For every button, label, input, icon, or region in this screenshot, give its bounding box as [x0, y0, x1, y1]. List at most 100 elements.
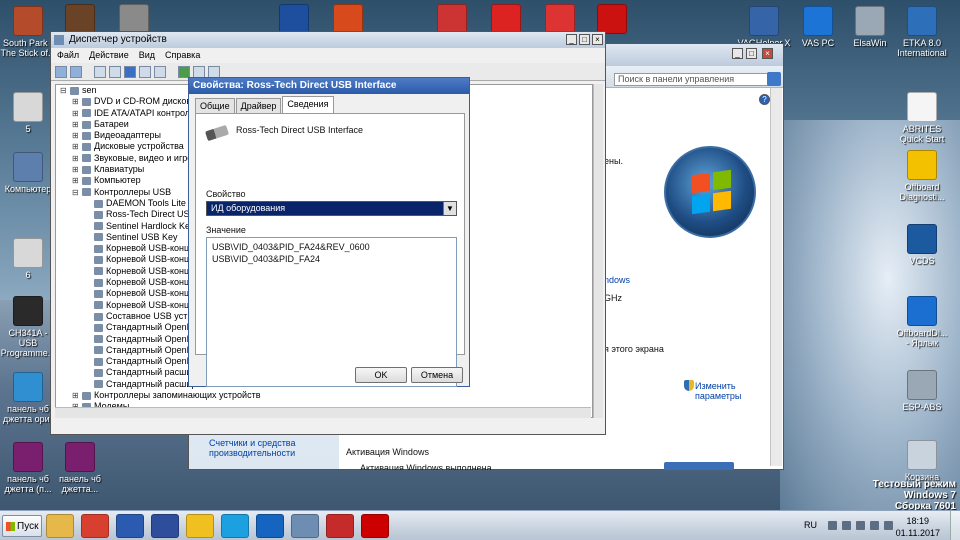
- cp-search-input[interactable]: Поиск в панели управления: [614, 73, 770, 86]
- property-select[interactable]: ИД оборудования ▼: [206, 201, 457, 216]
- change-params-link[interactable]: Изменить параметры: [695, 381, 755, 401]
- desktop-icon-left-2[interactable]: Компьютер: [0, 152, 56, 194]
- desktop-icon-right-3[interactable]: OffboardDi... - Ярлык: [894, 296, 950, 348]
- taskbar-app-explorer[interactable]: [46, 514, 74, 538]
- tray-network-icon[interactable]: [856, 521, 865, 530]
- list-item[interactable]: USB\VID_0403&PID_FA24&REV_0600: [212, 241, 451, 253]
- logo-quad-green: [713, 169, 731, 191]
- desktop-icon-right-1-icon: [907, 150, 937, 180]
- expand-icon[interactable]: ⊞: [72, 164, 80, 175]
- expand-icon[interactable]: ⊞: [72, 141, 80, 152]
- expand-icon[interactable]: ⊞: [72, 130, 80, 141]
- view-icon[interactable]: [139, 66, 151, 78]
- menu-action[interactable]: Действие: [89, 48, 129, 63]
- minimize-button[interactable]: _: [732, 48, 743, 59]
- taskbar-app-word[interactable]: [116, 514, 144, 538]
- taskbar-app-devices[interactable]: [291, 514, 319, 538]
- desktop-icon-right-4[interactable]: ESP-ABS: [894, 370, 950, 412]
- device-icon[interactable]: [154, 66, 166, 78]
- search-icon[interactable]: [767, 72, 781, 86]
- help-icon[interactable]: ?: [759, 94, 770, 105]
- desktop-icon-top-0-icon: [65, 4, 95, 34]
- maximize-button[interactable]: □: [579, 34, 590, 45]
- tray-speaker-icon[interactable]: [870, 521, 879, 530]
- collapse-icon[interactable]: ⊟: [60, 85, 68, 96]
- desktop-icon-right-5[interactable]: Корзина: [894, 440, 950, 482]
- logo-quad-yellow: [713, 190, 731, 212]
- device-icon: [94, 256, 103, 265]
- expand-icon[interactable]: ⊞: [72, 390, 80, 401]
- expand-icon[interactable]: ⊞: [72, 119, 80, 130]
- taskbar-app-toolbox[interactable]: [326, 514, 354, 538]
- desktop-icon-right-top-2[interactable]: ElsaWin: [842, 6, 898, 48]
- cp-vscroll[interactable]: [770, 88, 782, 466]
- counters-link[interactable]: Счетчики и средства производительности: [209, 438, 299, 458]
- menu-help[interactable]: Справка: [165, 48, 200, 63]
- tray-device-icon[interactable]: [884, 521, 893, 530]
- show-desktop-button[interactable]: [950, 511, 960, 540]
- show-hide-tree-icon[interactable]: [94, 66, 106, 78]
- desktop-icon-right-2[interactable]: VCDS: [894, 224, 950, 266]
- close-button[interactable]: ×: [762, 48, 773, 59]
- menu-file[interactable]: Файл: [57, 48, 79, 63]
- back-icon[interactable]: [55, 66, 67, 78]
- cancel-button[interactable]: Отмена: [411, 367, 463, 383]
- expand-icon[interactable]: ⊞: [72, 153, 80, 164]
- tray-flag-icon[interactable]: [842, 521, 851, 530]
- desktop-icon-right-top-1[interactable]: VAS PC: [790, 6, 846, 48]
- taskbar-app-archicad[interactable]: [186, 514, 214, 538]
- tab-general[interactable]: Общие: [195, 98, 235, 113]
- desktop-icon-right-0[interactable]: ABRITES Quick Start: [894, 92, 950, 144]
- language-indicator[interactable]: RU: [804, 520, 817, 530]
- expand-icon[interactable]: ⊞: [72, 96, 80, 107]
- desktop-icon-top-6-icon: [545, 4, 575, 34]
- clock[interactable]: 18:19 01.11.2017: [896, 515, 940, 539]
- desktop-icon-left-5[interactable]: панель чб джетта ориг: [0, 372, 56, 424]
- tree-hscroll[interactable]: [55, 407, 591, 418]
- minimize-button[interactable]: _: [566, 34, 577, 45]
- system-tray: RU 18:19 01.11.2017: [800, 511, 960, 540]
- expand-icon[interactable]: ⊞: [72, 175, 80, 186]
- menu-view[interactable]: Вид: [139, 48, 155, 63]
- help-icon[interactable]: [124, 66, 136, 78]
- expand-icon[interactable]: ⊞: [72, 108, 80, 119]
- tree-vscroll[interactable]: [593, 84, 603, 418]
- desktop-icon-right-top-3[interactable]: ETKA 8.0 International: [894, 6, 950, 58]
- taskbar-app-chrome[interactable]: [81, 514, 109, 538]
- taskbar-app-teamviewer[interactable]: [256, 514, 284, 538]
- tab-details[interactable]: Сведения: [282, 96, 334, 113]
- close-button[interactable]: ×: [592, 34, 603, 45]
- desktop-icon-left-3[interactable]: 6: [0, 238, 56, 280]
- taskbar-app-save[interactable]: [151, 514, 179, 538]
- desktop-icon-left-1[interactable]: 5: [0, 92, 56, 134]
- desktop-icon-left-4[interactable]: CH341A - USB Programme...: [0, 296, 56, 358]
- collapse-icon[interactable]: ⊟: [72, 187, 80, 198]
- cp-bottom-button[interactable]: [664, 462, 734, 470]
- taskbar-app-skype[interactable]: [221, 514, 249, 538]
- start-button[interactable]: Пуск: [2, 515, 42, 537]
- desktop-icon-right-1[interactable]: Offboard Diagnosti...: [894, 150, 950, 202]
- desktop-icon-right-top-0[interactable]: VAGHelper.X: [736, 6, 792, 48]
- start-label: Пуск: [17, 520, 39, 532]
- cp-link-fragment-windows[interactable]: ndows: [604, 275, 630, 285]
- desktop-icon-top-4-icon: [437, 4, 467, 34]
- taskbar-app-record[interactable]: [361, 514, 389, 538]
- tree-item[interactable]: ⊞ Контроллеры запоминающих устройств: [56, 390, 592, 401]
- desktop-icon-right-1-label: Offboard Diagnosti...: [899, 182, 945, 202]
- ok-button[interactable]: OK: [355, 367, 407, 383]
- desktop-icon-left-7[interactable]: панель чб джетта...: [52, 442, 108, 494]
- device-icon: [82, 154, 91, 163]
- activation-header: Активация Windows: [346, 447, 429, 457]
- tree-item-label: Контроллеры USB: [94, 186, 172, 197]
- properties-icon[interactable]: [109, 66, 121, 78]
- tab-driver[interactable]: Драйвер: [235, 98, 282, 113]
- value-listbox[interactable]: USB\VID_0403&PID_FA24&REV_0600 USB\VID_0…: [206, 237, 457, 387]
- desktop-icon-left-0[interactable]: South Park - The Stick of...: [0, 6, 56, 58]
- tree-item-label: Sentinel Hardlock Key: [106, 220, 195, 231]
- forward-icon[interactable]: [70, 66, 82, 78]
- list-item[interactable]: USB\VID_0403&PID_FA24: [212, 253, 451, 265]
- chevron-down-icon[interactable]: ▼: [443, 202, 456, 215]
- maximize-button[interactable]: □: [746, 48, 757, 59]
- tray-chevron-icon[interactable]: [828, 521, 837, 530]
- desktop-icon-left-6[interactable]: панель чб джетта (п...: [0, 442, 56, 494]
